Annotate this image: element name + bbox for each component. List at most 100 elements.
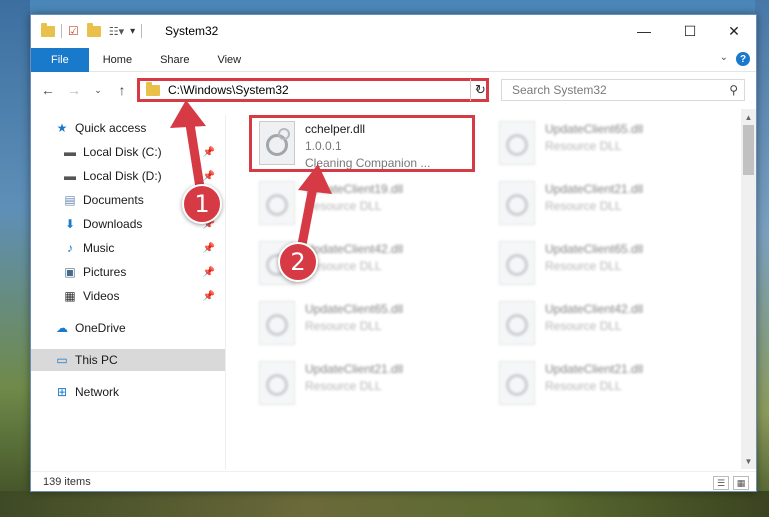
dll-file-icon — [499, 241, 535, 285]
sidebar-item-label: This PC — [75, 353, 118, 367]
pin-icon: 📌 — [202, 170, 215, 182]
back-arrow-icon[interactable]: ← — [39, 81, 57, 99]
details-view-icon[interactable]: ☰ — [713, 476, 729, 490]
cloud-icon: ☁ — [56, 321, 68, 335]
sidebar-item-pictures[interactable]: ▣ Pictures 📌 — [31, 261, 225, 283]
maximize-button[interactable]: ☐ — [667, 15, 713, 47]
scroll-up-icon[interactable]: ▲ — [741, 109, 756, 125]
minimize-button[interactable]: — — [621, 15, 667, 47]
pin-icon: 📌 — [202, 266, 215, 278]
dll-file-icon — [259, 181, 295, 225]
file-type: Resource DLL — [305, 379, 382, 393]
vertical-scrollbar[interactable]: ▲ ▼ — [741, 109, 756, 469]
tab-file[interactable]: File — [31, 48, 89, 72]
file-type: Resource DLL — [305, 319, 382, 333]
highlight-box — [249, 115, 475, 172]
file-name: UpdateClient19.dll — [305, 182, 404, 196]
file-name: UpdateClient42.dll — [545, 302, 644, 316]
pin-icon: 📌 — [202, 242, 215, 254]
network-icon: ⊞ — [56, 385, 68, 399]
drive-icon: ▬ — [64, 145, 76, 159]
dll-file-icon — [499, 181, 535, 225]
tab-share[interactable]: Share — [146, 48, 203, 72]
tab-view[interactable]: View — [203, 48, 255, 72]
dll-file-icon — [499, 361, 535, 405]
sidebar-item-music[interactable]: ♪ Music 📌 — [31, 237, 225, 259]
search-placeholder: Search System32 — [512, 83, 607, 97]
videos-icon: ▦ — [64, 289, 76, 303]
new-folder-icon[interactable] — [86, 22, 101, 37]
file-type: Resource DLL — [545, 259, 622, 273]
dll-file-icon — [259, 361, 295, 405]
window-title: System32 — [165, 24, 219, 38]
file-item[interactable]: UpdateClient21.dll Resource DLL — [251, 355, 471, 411]
music-icon: ♪ — [67, 241, 73, 255]
file-item[interactable]: UpdateClient65.dll Resource DLL — [251, 295, 471, 351]
documents-icon: ▤ — [64, 193, 76, 207]
file-type: Resource DLL — [305, 259, 382, 273]
recent-locations-icon[interactable]: ⌄ — [89, 81, 107, 99]
sidebar-item-this-pc[interactable]: ▭ This PC — [31, 349, 225, 371]
folder-icon — [41, 22, 55, 37]
file-item[interactable]: UpdateClient19.dll Resource DLL — [251, 175, 471, 231]
sidebar-item-label: Videos — [83, 289, 120, 303]
dll-file-icon — [259, 301, 295, 345]
file-type: Resource DLL — [545, 319, 622, 333]
toolbar-separator — [141, 24, 143, 38]
quick-access-toolbar: ☑ ☷▾ ▾ — [41, 22, 148, 39]
sidebar-item-network[interactable]: ⊞ Network — [31, 381, 225, 403]
step-marker-2: 2 — [278, 242, 318, 282]
ribbon-tabs: File Home Share View — [31, 48, 756, 72]
computer-icon: ▭ — [56, 353, 68, 367]
title-bar: ☑ ☷▾ ▾ System32 — ☐ ✕ — [31, 15, 756, 47]
explorer-window: ☑ ☷▾ ▾ System32 — ☐ ✕ File Home Share Vi… — [30, 14, 757, 492]
item-count: 139 items — [43, 476, 91, 488]
file-name: UpdateClient21.dll — [545, 362, 644, 376]
customize-toolbar-icon[interactable]: ☷▾ — [109, 25, 124, 38]
sidebar-item-quick-access[interactable]: ★ Quick access — [31, 117, 225, 139]
properties-icon[interactable]: ☑ — [68, 24, 79, 38]
search-icon[interactable]: ⚲ — [729, 83, 738, 97]
download-icon: ⬇ — [64, 217, 76, 231]
search-input[interactable]: Search System32 ⚲ — [501, 79, 745, 101]
file-type: Resource DLL — [545, 379, 622, 393]
sidebar-item-videos[interactable]: ▦ Videos 📌 — [31, 285, 225, 307]
address-path[interactable]: C:\Windows\System32 — [168, 83, 289, 97]
sidebar-item-onedrive[interactable]: ☁ OneDrive — [31, 317, 225, 339]
desktop-background-bottom — [0, 491, 769, 517]
expand-ribbon-icon[interactable]: ⌄ — [720, 52, 728, 63]
refresh-icon[interactable]: ↻ — [470, 79, 490, 101]
tiles-view-icon[interactable]: ▦ — [733, 476, 749, 490]
scroll-down-icon[interactable]: ▼ — [741, 453, 756, 469]
sidebar-item-label: Quick access — [75, 121, 147, 135]
tab-home[interactable]: Home — [89, 48, 146, 72]
navigation-bar: ← → ⌄ ↑ C:\Windows\System32 ⌄ ↻ Search S… — [31, 75, 756, 105]
forward-arrow-icon[interactable]: → — [65, 81, 83, 99]
navigation-pane: ★ Quick access ▬ Local Disk (C:) 📌 ▬ Loc… — [31, 115, 225, 470]
sidebar-item-label: Downloads — [83, 217, 143, 231]
help-icon[interactable]: ? — [736, 52, 750, 66]
desktop-background-right — [755, 0, 769, 517]
toolbar-dropdown-icon[interactable]: ▾ — [130, 26, 135, 37]
pictures-icon: ▣ — [64, 265, 76, 279]
star-icon: ★ — [56, 121, 68, 135]
file-item[interactable]: UpdateClient65.dll Resource DLL — [491, 115, 711, 171]
address-bar[interactable]: C:\Windows\System32 ⌄ — [137, 78, 489, 102]
pin-icon: 📌 — [202, 146, 215, 158]
desktop-background-left — [0, 0, 30, 517]
file-name: UpdateClient21.dll — [545, 182, 644, 196]
sidebar-item-label: Network — [75, 385, 120, 399]
file-item[interactable]: UpdateClient21.dll Resource DLL — [491, 175, 711, 231]
file-type: Resource DLL — [305, 199, 382, 213]
close-button[interactable]: ✕ — [711, 15, 757, 47]
drive-icon: ▬ — [64, 169, 76, 183]
file-item[interactable]: UpdateClient21.dll Resource DLL — [491, 355, 711, 411]
file-item[interactable]: UpdateClient42.dll Resource DLL — [491, 295, 711, 351]
sidebar-item-label: Local Disk (C:) — [83, 145, 162, 159]
sidebar-item-local-disk-c[interactable]: ▬ Local Disk (C:) 📌 — [31, 141, 225, 163]
up-arrow-icon[interactable]: ↑ — [113, 81, 131, 99]
sidebar-item-label: OneDrive — [75, 321, 126, 335]
sidebar-item-label: Pictures — [83, 265, 127, 279]
scrollbar-thumb[interactable] — [743, 125, 754, 175]
file-item[interactable]: UpdateClient65.dll Resource DLL — [491, 235, 711, 291]
